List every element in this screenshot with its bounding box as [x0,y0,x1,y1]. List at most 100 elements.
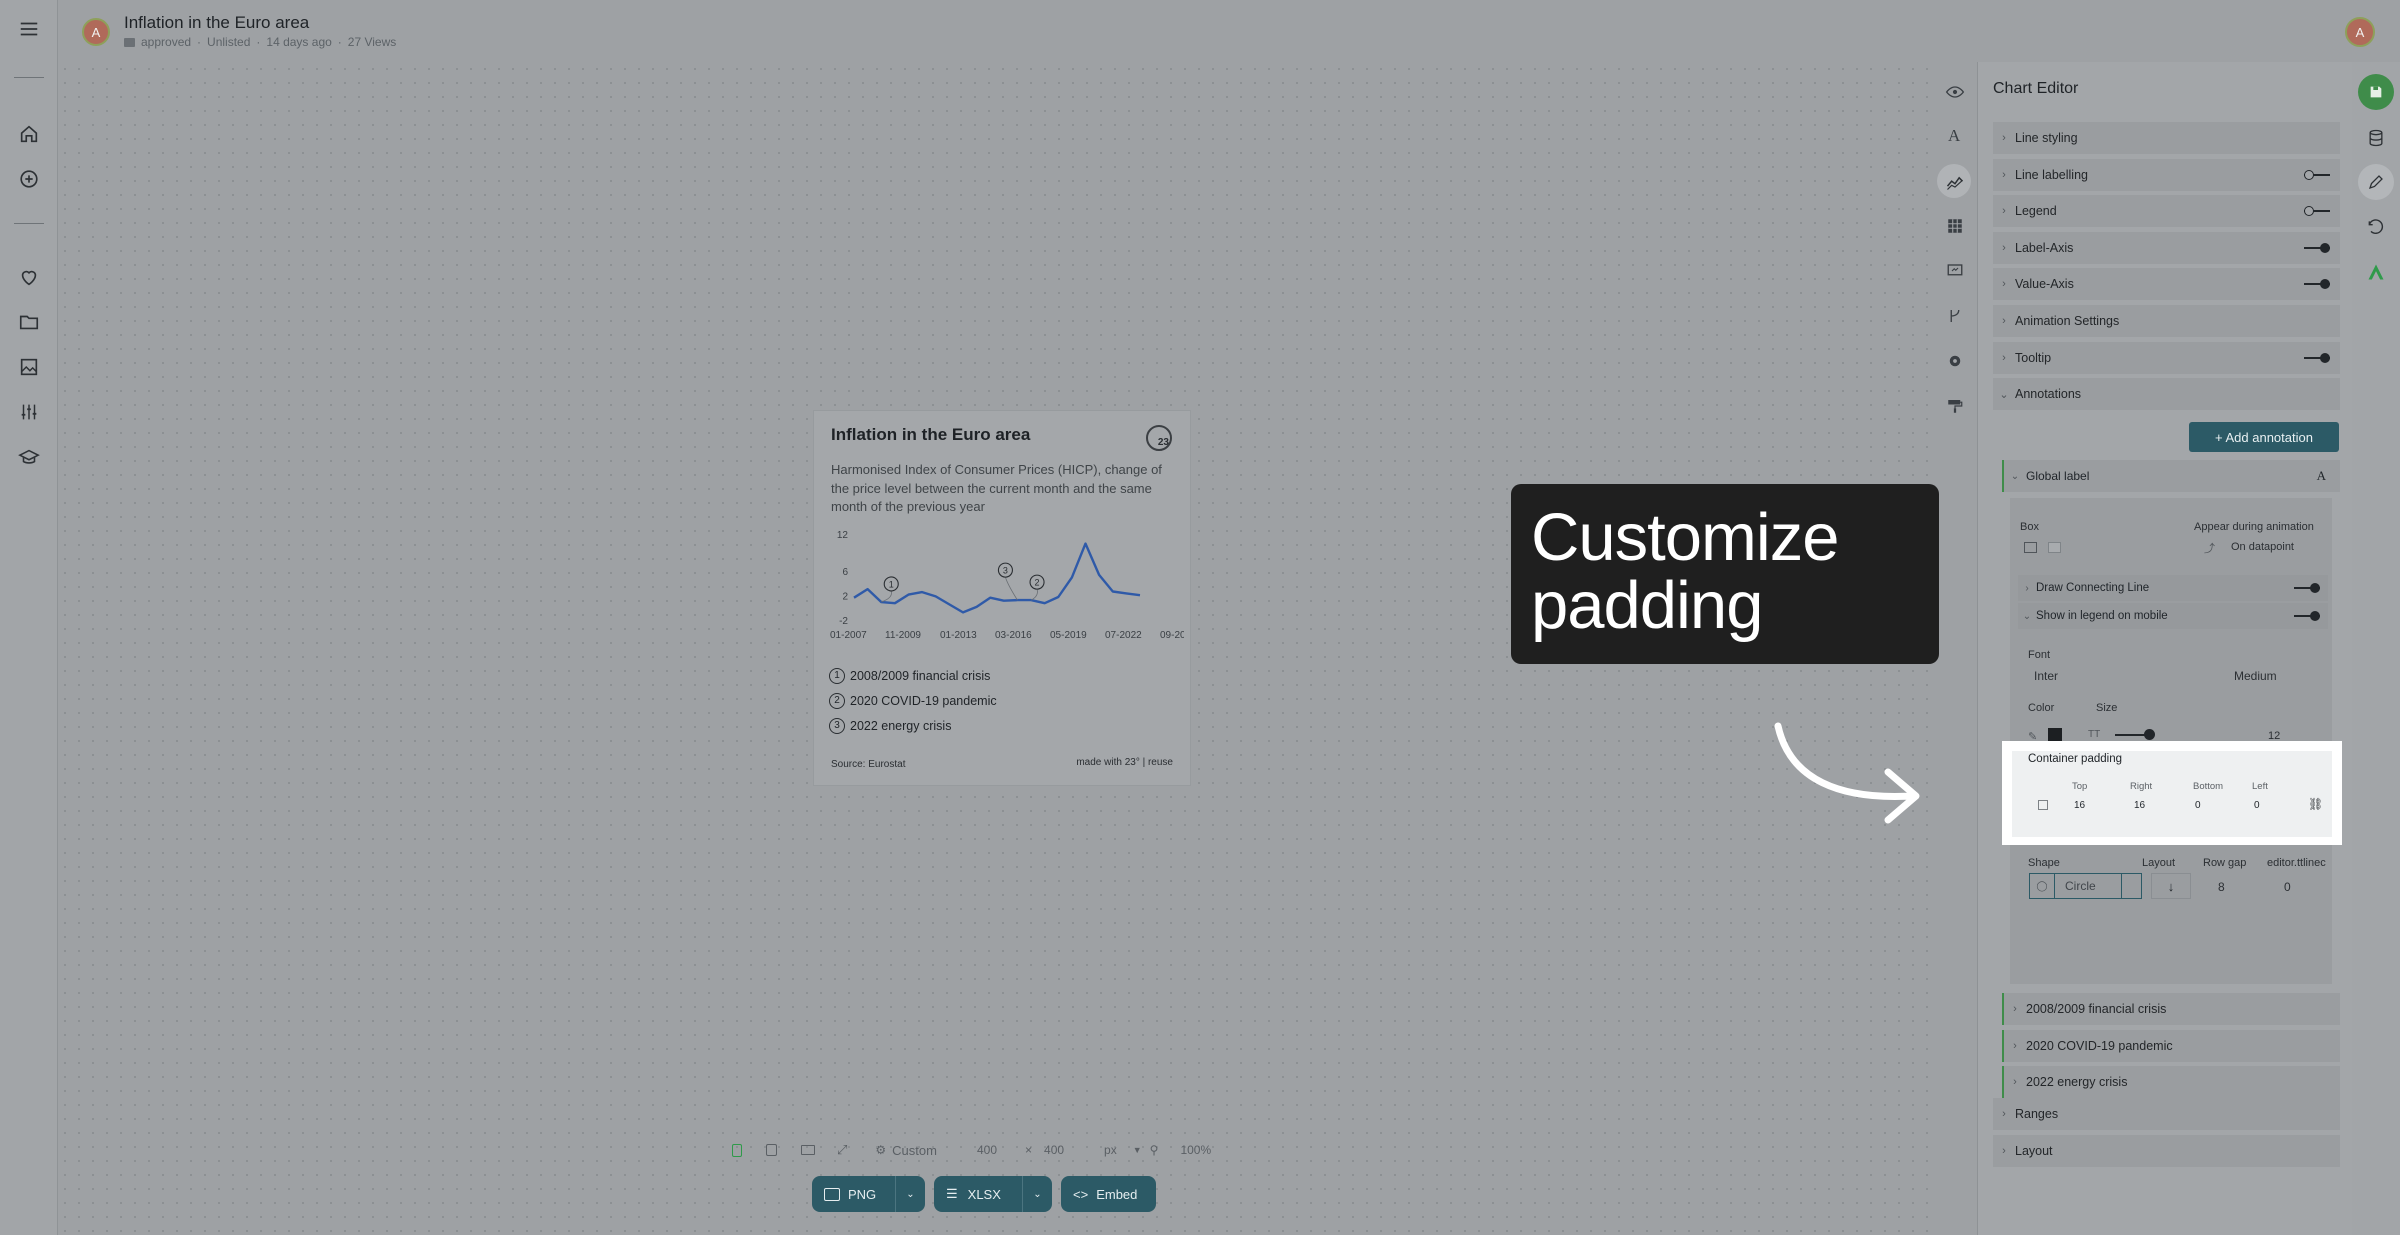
unlink-icon[interactable]: ⛓ [2308,797,2323,811]
draw-line-row[interactable]: › Draw Connecting Line [2018,575,2328,601]
home-icon[interactable] [15,120,43,148]
export-png-button[interactable]: PNG ⌄ [812,1176,925,1212]
annotation-item[interactable]: › 2008/2009 financial crisis [2002,993,2340,1025]
section-toggle[interactable] [2304,169,2330,180]
line-chart-icon: ⤴ [2204,543,2215,555]
add-annotation-button[interactable]: + Add annotation [2189,422,2339,452]
user-avatar[interactable]: A [2345,17,2375,47]
size-preset[interactable]: Custom [892,1143,937,1158]
visibility-text: Unlisted [207,35,251,49]
meta-separator: · [337,35,342,49]
editor-section-line-labelling[interactable]: › Line labelling [1993,158,2340,191]
menu-icon[interactable] [15,15,43,43]
font-weight-value[interactable]: Medium [2234,669,2277,683]
tablet-view-icon[interactable] [766,1144,777,1156]
chevron-down-icon[interactable]: ⌄ [895,1176,925,1212]
padding-left-input[interactable]: 0 [2254,800,2260,811]
font-family-value[interactable]: Inter [2034,669,2058,683]
section-toggle[interactable] [2304,352,2330,363]
table-icon[interactable] [1946,217,1964,235]
appear-value[interactable]: On datapoint [2231,541,2294,553]
section-toggle[interactable] [2304,206,2330,217]
show-legend-row[interactable]: ⌄ Show in legend on mobile [2018,603,2328,629]
line-chart-icon[interactable] [1945,172,1965,192]
chart-title: Inflation in the Euro area [831,425,1031,444]
layout-label: Layout [2142,857,2176,869]
shape-select[interactable]: ◯ Circle [2029,873,2142,899]
branch-icon[interactable] [1946,307,1964,325]
status-text: approved [141,35,192,49]
sliders-icon[interactable] [15,398,43,426]
editor-section-ranges[interactable]: › Ranges [1993,1098,2340,1130]
y-tick-label: 12 [837,530,849,541]
global-label-header[interactable]: ⌄ Global label A [2002,460,2340,492]
link-icon[interactable]: ⚲ [1150,1143,1159,1157]
annotation-item[interactable]: › 2022 energy crisis [2002,1066,2340,1098]
folder-icon[interactable] [15,308,43,336]
height-input[interactable]: 400 [1044,1143,1064,1157]
padding-left-label: Left [2252,781,2268,792]
graduation-cap-icon[interactable] [15,443,43,471]
eye-icon[interactable] [1945,82,1965,102]
annotation-label: 2008/2009 financial crisis [850,668,991,683]
gear-icon[interactable] [1946,352,1964,370]
brand-logo-icon[interactable] [2366,262,2386,282]
annotation-marker-number: 2 [1035,578,1040,588]
chevron-down-icon[interactable]: ⌄ [1022,1176,1052,1212]
mobile-view-icon[interactable] [732,1143,742,1157]
padding-top-label: Top [2072,781,2088,792]
box-on-icon[interactable] [2048,542,2061,553]
width-input[interactable]: 400 [977,1143,997,1157]
pencil-icon[interactable] [2358,164,2394,200]
embed-button[interactable]: <> Embed [1061,1176,1156,1212]
presentation-icon[interactable] [1946,262,1964,280]
line-chart: 1262-201-2007 11-2009 01-2013 03-2016 05-201… [830,530,1184,641]
y-tick-label: 6 [842,567,848,578]
page-title[interactable]: Inflation in the Euro area [124,13,309,33]
section-toggle[interactable] [2304,279,2330,290]
editor-section-label-axis[interactable]: › Label-Axis [1993,231,2340,264]
annotation-number: 3 [829,717,845,734]
padding-right-input[interactable]: 16 [2134,800,2145,811]
padding-bottom-input[interactable]: 0 [2195,800,2201,811]
x-tick-label: 01-2013 [940,630,977,641]
desktop-view-icon[interactable] [801,1145,815,1155]
zoom-level[interactable]: 100% [1180,1143,1211,1157]
section-toggle[interactable] [2304,242,2330,253]
chart-credit[interactable]: made with 23° | reuse [1076,757,1173,768]
padding-box-icon[interactable] [2038,800,2048,810]
size-slider-handle[interactable] [2144,729,2155,740]
add-circle-icon[interactable] [15,165,43,193]
annotation-item[interactable]: › 2020 COVID-19 pandemic [2002,1029,2340,1062]
image-icon[interactable] [15,353,43,381]
database-icon[interactable] [2366,128,2386,148]
editor-section-line-styling[interactable]: › Line styling [1993,122,2340,154]
editor-section-value-axis[interactable]: › Value-Axis [1993,268,2340,301]
show-legend-toggle[interactable] [2294,611,2320,621]
chevron-down-icon[interactable]: ▼ [1133,1145,1142,1155]
chart-card[interactable]: Inflation in the Euro area 23 Harmonised… [813,410,1191,786]
editor-section-layout[interactable]: › Layout [1993,1134,2340,1167]
draw-line-toggle[interactable] [2294,583,2320,593]
color-swatch[interactable] [2048,728,2062,742]
editor-section-animation-settings[interactable]: › Animation Settings [1993,305,2340,337]
heart-icon[interactable] [15,263,43,291]
typography-icon[interactable]: A [1948,126,1960,146]
section-label: Label-Axis [2015,240,2074,255]
paint-roller-icon[interactable] [1946,397,1964,415]
padding-top-input[interactable]: 16 [2074,800,2085,811]
extra-value[interactable]: 0 [2284,880,2291,894]
row-gap-value[interactable]: 8 [2218,880,2225,894]
save-icon[interactable] [2358,74,2394,110]
export-xlsx-label: XLSX [967,1186,1001,1202]
export-xlsx-button[interactable]: ☰ XLSX ⌄ [934,1176,1052,1212]
editor-section-tooltip[interactable]: › Tooltip [1993,341,2340,374]
fullscreen-icon[interactable]: ⤢ [837,1142,847,1158]
editor-section-annotations[interactable]: ⌄ Annotations [1993,378,2340,411]
box-off-icon[interactable] [2024,542,2037,553]
undo-icon[interactable] [2366,218,2386,238]
unit-select[interactable]: px [1104,1143,1117,1157]
editor-section-legend[interactable]: › Legend [1993,195,2340,228]
gear-icon: ⚙ [875,1143,887,1157]
arrow-down-icon[interactable]: ↓ [2151,873,2191,899]
